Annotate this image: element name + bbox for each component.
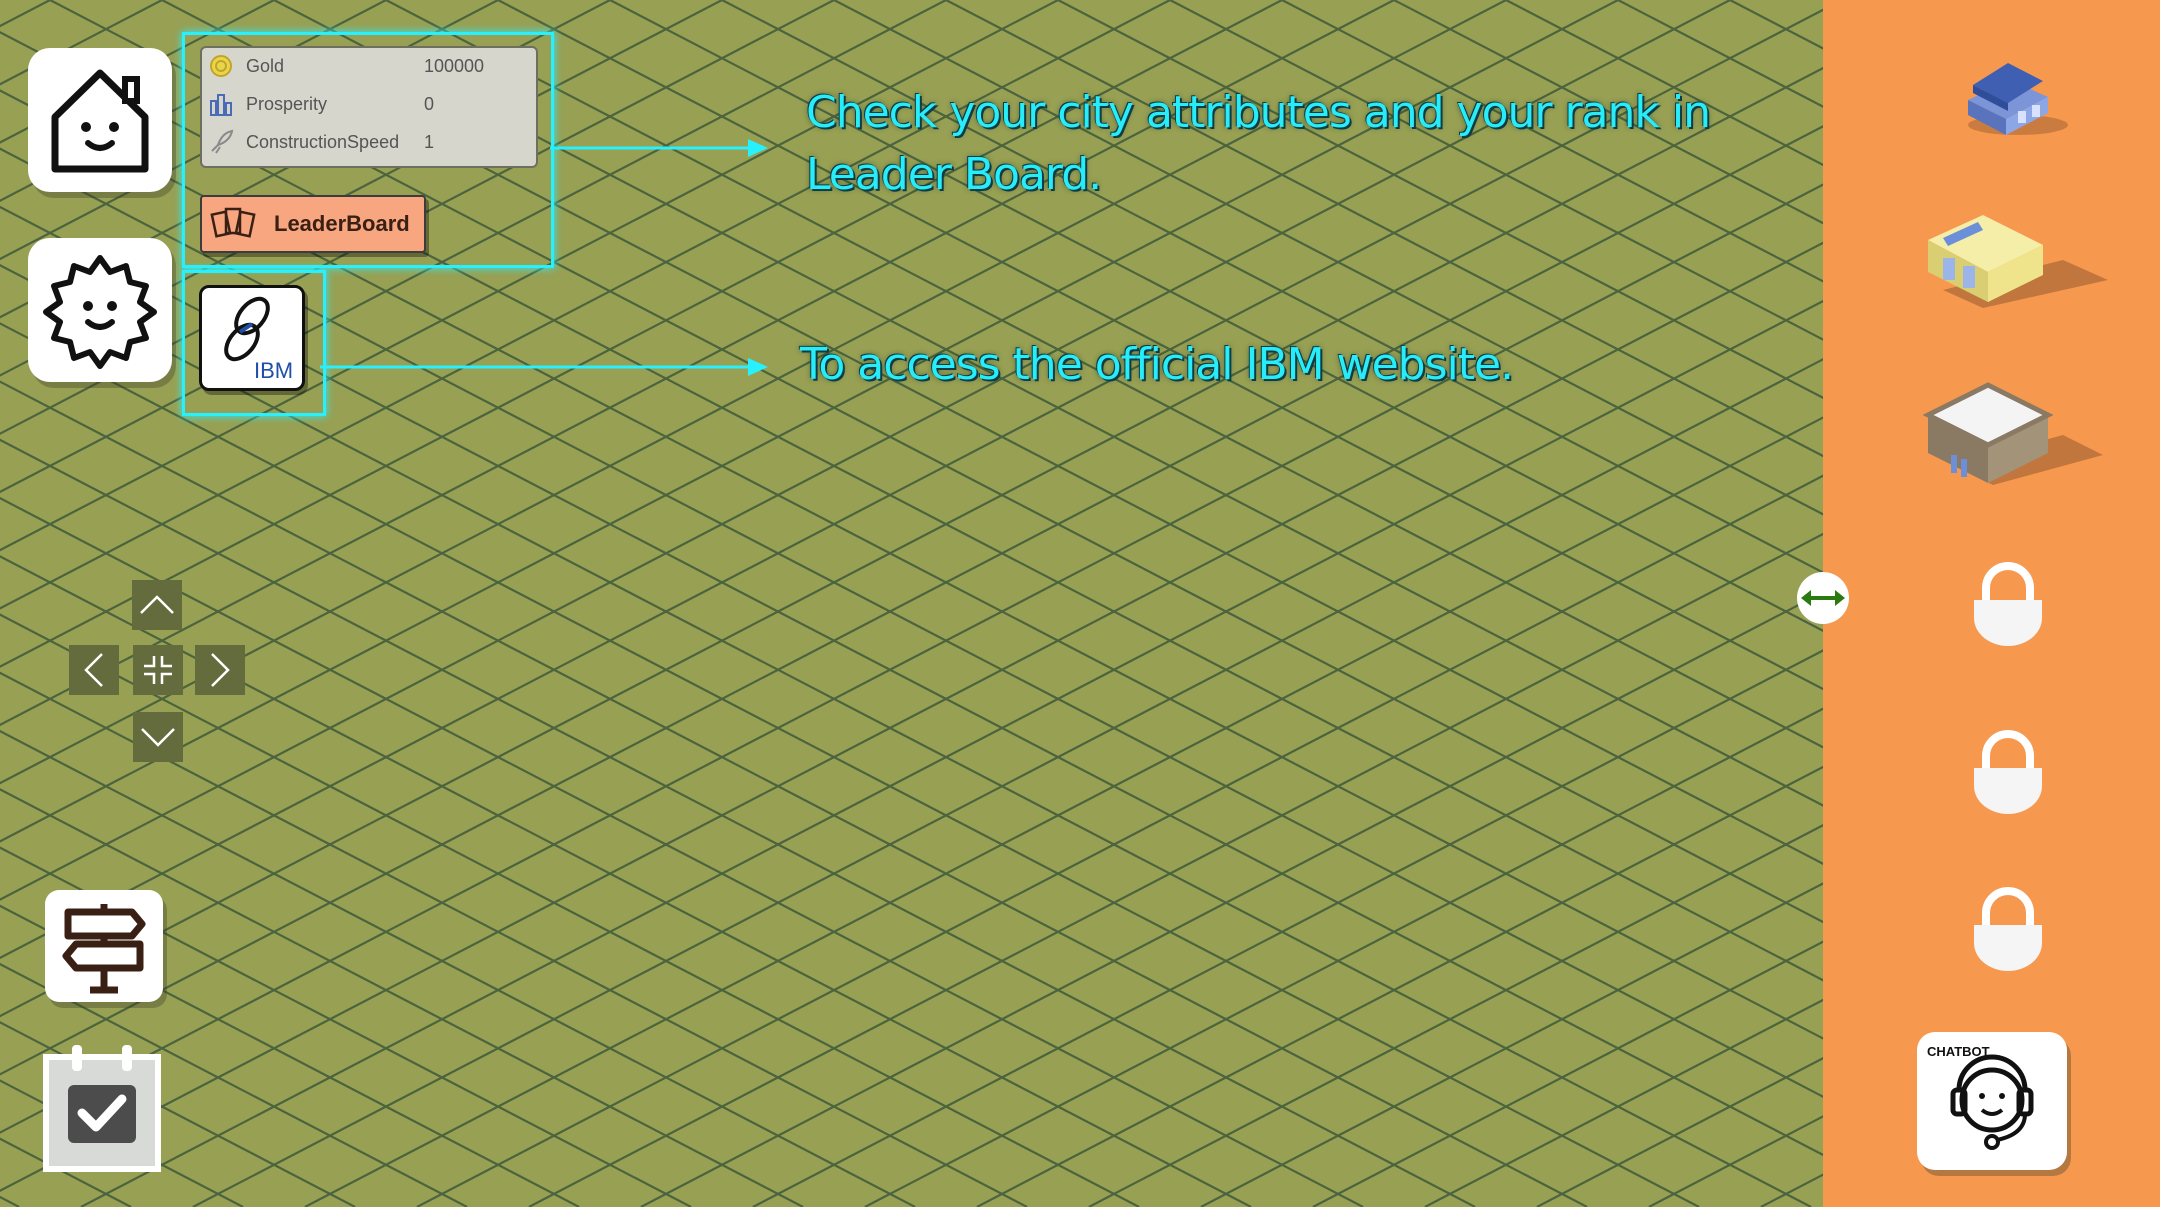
- shop-building-icon: [1928, 215, 2108, 308]
- attributes-callout-line-1: Check your city attributes and your rank…: [806, 87, 1711, 138]
- lock-icon: [1974, 730, 2042, 814]
- callout-arrows: [320, 139, 768, 376]
- locked-slot-3[interactable]: [1968, 885, 2048, 975]
- chatbot-label: CHATBOT: [1927, 1044, 1990, 1059]
- chevron-right-icon: [211, 653, 230, 687]
- ibm-callout: To access the official IBM website.: [800, 334, 1514, 396]
- lock-icon: [1974, 887, 2042, 971]
- pan-up-button[interactable]: [132, 580, 182, 630]
- locked-slot-2[interactable]: [1968, 728, 2048, 818]
- lock-icon: [1974, 562, 2042, 646]
- building-sidebar: CHATBOT: [1823, 0, 2160, 1207]
- building-shop-item[interactable]: [1923, 210, 2113, 320]
- recenter-button[interactable]: [133, 645, 183, 695]
- attributes-callout: Check your city attributes and your rank…: [806, 82, 1711, 206]
- attributes-callout-line-2: Leader Board.: [806, 149, 1102, 200]
- signpost-icon: [62, 904, 146, 994]
- support-agent-icon: [1950, 1054, 2034, 1150]
- chevron-down-icon: [141, 728, 175, 747]
- signpost-button[interactable]: [45, 890, 163, 1002]
- pan-left-button[interactable]: [69, 645, 119, 695]
- calendar-check-icon: [43, 1045, 161, 1172]
- building-warehouse-item[interactable]: [1923, 375, 2103, 495]
- double-arrow-icon: [1801, 590, 1845, 606]
- daily-task-button[interactable]: [42, 1045, 162, 1173]
- locked-slot-1[interactable]: [1968, 560, 2048, 650]
- building-house-item[interactable]: [1948, 55, 2078, 145]
- warehouse-building-icon: [1923, 382, 2103, 485]
- recenter-icon: [144, 656, 172, 684]
- chatbot-button[interactable]: CHATBOT: [1917, 1032, 2067, 1170]
- pan-right-button[interactable]: [195, 645, 245, 695]
- chevron-up-icon: [140, 595, 174, 614]
- blue-house-icon: [1968, 63, 2068, 135]
- ibm-callout-text: To access the official IBM website.: [800, 339, 1514, 390]
- sidebar-toggle-handle[interactable]: [1797, 572, 1849, 624]
- chevron-left-icon: [84, 653, 103, 687]
- pan-down-button[interactable]: [133, 712, 183, 762]
